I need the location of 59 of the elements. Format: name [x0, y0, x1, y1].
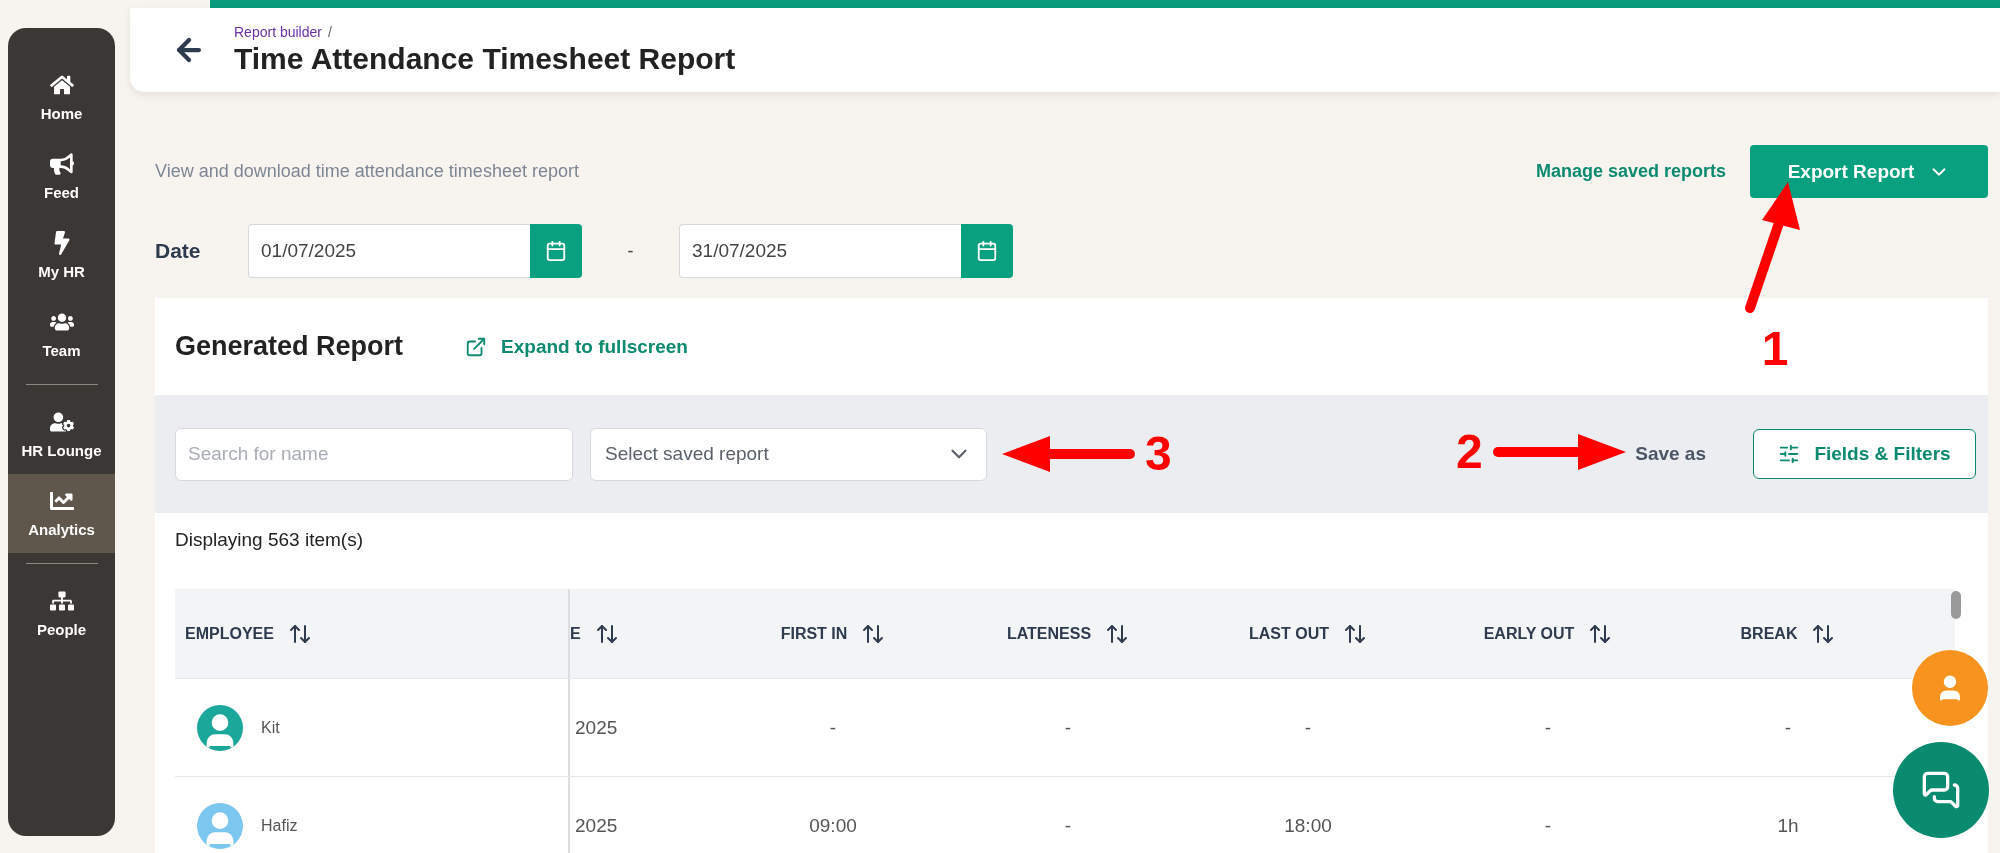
table-cell-text: 1h	[1776, 813, 1800, 838]
chat-icon	[1921, 770, 1961, 810]
sidebar-item[interactable]: Team	[8, 295, 115, 374]
calendar-icon[interactable]	[961, 224, 1013, 278]
scrollbar[interactable]	[1951, 591, 1961, 619]
table-cell-text: -	[1063, 813, 1073, 838]
nav-icon	[49, 489, 74, 513]
breadcrumb-link[interactable]: Report builder	[234, 24, 322, 40]
search-field[interactable]: Search for name	[175, 427, 573, 481]
column-header: LAST OUT	[1188, 589, 1428, 678]
nav-icon	[49, 73, 74, 97]
annotation-number: 3	[1145, 430, 1172, 478]
table-cell-text: 2025	[574, 715, 619, 740]
nav-icon	[49, 589, 74, 613]
column-header: EARLY OUT	[1428, 589, 1668, 678]
save-as-link[interactable]: Save as	[1635, 443, 1706, 465]
page-title: Time Attendance Timesheet Report	[234, 42, 736, 76]
column-header: E	[570, 589, 718, 678]
report-title: Generated Report	[175, 331, 404, 362]
page-subtitle: View and download time attendance timesheet report	[155, 161, 580, 182]
table-cell-text: -	[1303, 715, 1313, 740]
nav-icon	[49, 152, 74, 176]
breadcrumb-separator: /	[327, 24, 332, 40]
sidebar-item[interactable]: HR Lounge	[8, 395, 115, 474]
avatar	[197, 802, 243, 849]
sidebar-item[interactable]: Home	[8, 58, 115, 137]
sliders-icon	[1778, 443, 1801, 465]
table-cell-text: -	[1543, 813, 1553, 838]
sidebar-item[interactable]: My HR	[8, 216, 115, 295]
sidebar-item[interactable]: Analytics	[8, 474, 115, 553]
employee-name: Kit	[261, 718, 280, 737]
table-cell-text: -	[1063, 715, 1073, 740]
table-cell-text: -	[1783, 715, 1793, 740]
column-header: FIRST IN	[718, 589, 948, 678]
date-separator: -	[626, 240, 635, 262]
item-count: Displaying 563 item(s)	[174, 528, 364, 552]
fields-filters-button[interactable]: Fields & Filters	[1753, 429, 1976, 479]
employee-name: Hafiz	[261, 816, 298, 835]
expand-fullscreen-link[interactable]: Expand to fullscreen	[465, 335, 688, 358]
sidebar-item[interactable]: Feed	[8, 137, 115, 216]
table-cell-text: 09:00	[808, 813, 858, 838]
nav-icon	[49, 410, 74, 434]
sidebar-item[interactable]: People	[8, 574, 115, 653]
column-header: LATENESS	[948, 589, 1188, 678]
avatar	[197, 704, 243, 751]
annotation-number: 1	[1761, 325, 1789, 373]
calendar-icon[interactable]	[530, 224, 582, 278]
date-label: Date	[155, 239, 202, 263]
table-cell-text: -	[1543, 715, 1553, 740]
saved-report-select[interactable]: Select saved report	[590, 427, 987, 481]
table-cell-text: 2025	[574, 813, 619, 838]
table-cell-text: 18:00	[1283, 813, 1333, 838]
table-cell-text: -	[828, 715, 838, 740]
annotation-number: 2	[1456, 428, 1483, 476]
external-link-icon	[465, 335, 488, 358]
date-to-field[interactable]: 31/07/2025	[679, 224, 961, 278]
manage-saved-reports-link[interactable]: Manage saved reports	[1535, 161, 1726, 182]
column-header: BREAK	[1668, 589, 1908, 678]
date-from-field[interactable]: 01/07/2025	[248, 224, 530, 278]
